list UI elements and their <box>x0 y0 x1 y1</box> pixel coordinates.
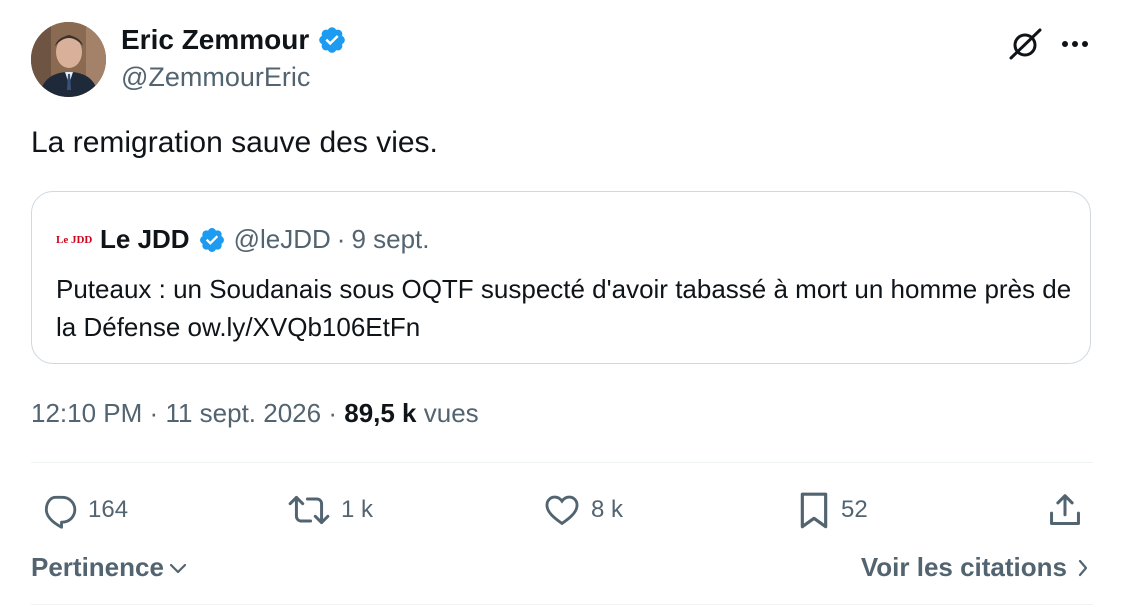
views-count: 89,5 k <box>344 398 417 428</box>
reply-icon <box>44 495 77 529</box>
author-name[interactable]: Eric Zemmour <box>121 24 347 56</box>
verified-badge-icon <box>319 27 346 53</box>
reply-button[interactable]: 164 <box>40 490 128 530</box>
quoted-text: Puteaux : un Soudanais sous OQTF suspect… <box>56 274 1072 342</box>
view-quotes-label: Voir les citations <box>860 552 1067 582</box>
chevron-right-icon <box>1078 559 1088 576</box>
share-icon <box>1050 494 1080 525</box>
repost-button[interactable]: 1 k <box>287 490 373 530</box>
author-avatar[interactable] <box>31 22 106 97</box>
tweet-meta: 12:10 PM · 11 sept. 2026 · 89,5 k vues <box>31 398 479 429</box>
meta-separator: · <box>149 398 159 428</box>
quoted-author-name[interactable]: Le JDD <box>100 224 190 255</box>
like-icon <box>545 495 579 526</box>
verified-badge-icon <box>199 227 224 252</box>
meta-separator: · <box>328 398 337 428</box>
divider <box>31 604 1093 605</box>
reply-count: 164 <box>88 496 129 523</box>
more-icon[interactable] <box>1057 26 1093 62</box>
views-label: vues <box>423 398 479 428</box>
like-count: 8 k <box>591 496 624 523</box>
repost-icon <box>288 495 330 525</box>
grok-icon[interactable] <box>1007 26 1043 62</box>
author-name-text: Eric Zemmour <box>121 24 310 55</box>
tweet-text: La remigration sauve des vies. <box>31 126 438 159</box>
tweet-time[interactable]: 12:10 PM <box>31 398 142 428</box>
author-handle[interactable]: @ZemmourEric <box>121 62 310 93</box>
divider <box>31 462 1093 463</box>
quoted-avatar-logo: Le JDD <box>56 233 93 246</box>
chevron-down-icon <box>169 563 187 573</box>
tweet-date[interactable]: 11 sept. 2026 <box>165 398 321 428</box>
bookmark-button[interactable]: 52 <box>797 490 868 530</box>
quoted-separator: · <box>336 224 346 254</box>
bookmark-icon <box>800 492 828 529</box>
repost-count: 1 k <box>341 496 374 523</box>
quoted-header: Le JDD Le JDD @leJDD · 9 sept. <box>56 224 430 255</box>
bookmark-count: 52 <box>841 496 868 523</box>
share-button[interactable] <box>1046 490 1084 530</box>
like-button[interactable]: 8 k <box>543 490 623 530</box>
view-quotes-link[interactable]: Voir les citations <box>861 552 1089 583</box>
quoted-author-handle: @leJDD <box>233 224 331 254</box>
sort-dropdown[interactable]: Pertinence <box>31 552 188 583</box>
quoted-tweet[interactable]: Le JDD Le JDD @leJDD · 9 sept. Puteaux :… <box>31 191 1091 364</box>
quoted-date[interactable]: 9 sept. <box>351 224 429 255</box>
sort-label: Pertinence <box>31 552 164 582</box>
